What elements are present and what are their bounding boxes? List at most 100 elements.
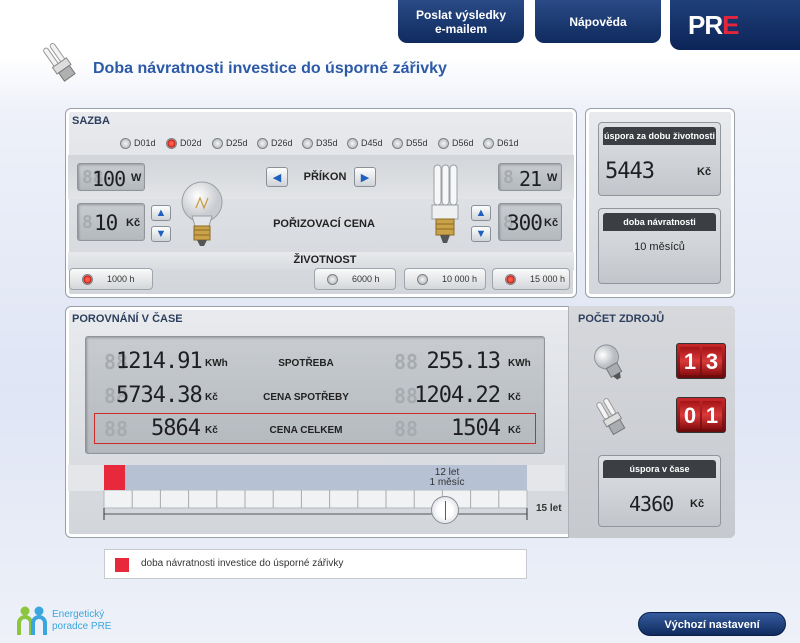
sazba-tab-d56d[interactable]: D56d bbox=[438, 133, 474, 153]
consumption-cost-cfl-unit: Kč bbox=[508, 392, 521, 403]
cfl-count-counter: 0 1 bbox=[676, 397, 726, 433]
sazba-tab-label: D25d bbox=[226, 138, 248, 148]
bulb-count-icon bbox=[594, 344, 623, 380]
timeline-end-label: 15 let bbox=[536, 503, 562, 514]
saving-lifetime-unit: Kč bbox=[697, 166, 712, 178]
radio-icon bbox=[212, 137, 223, 149]
consumption-cost-cfl-value: 1204.22 bbox=[414, 383, 501, 408]
prikon-label: PŘÍKON bbox=[303, 171, 347, 183]
lifetime-option-1[interactable]: 10 000 h bbox=[404, 268, 486, 290]
sazba-tab-label: D55d bbox=[406, 138, 428, 148]
consumption-bulb-unit: KWh bbox=[205, 358, 228, 369]
legend-swatch bbox=[115, 558, 129, 572]
sazba-tab-d01d[interactable]: D01d bbox=[120, 133, 156, 153]
cfl-price-up-button[interactable]: ▲ bbox=[471, 205, 491, 221]
consumption-cfl-value: 255.13 bbox=[426, 349, 501, 374]
radio-icon bbox=[392, 137, 403, 149]
legend-box: doba návratnosti investice do úsporné zá… bbox=[104, 549, 527, 579]
bulb-price-up-button[interactable]: ▲ bbox=[151, 205, 171, 221]
reset-defaults-button[interactable]: Výchozí nastavení bbox=[638, 612, 786, 636]
radio-icon bbox=[438, 137, 449, 149]
zivotnost-label: ŽIVOTNOST bbox=[293, 254, 357, 266]
bulb-count-digit: 3 bbox=[702, 347, 722, 375]
radio-icon bbox=[483, 137, 494, 149]
lifetime-option-2[interactable]: 15 000 h bbox=[492, 268, 570, 290]
lifetime-option-0[interactable]: 6000 h bbox=[314, 268, 396, 290]
radio-icon bbox=[82, 273, 93, 285]
consumption-bulb-value: 1214.91 bbox=[116, 349, 203, 374]
sazba-tab-d25d[interactable]: D25d bbox=[212, 133, 248, 153]
power-decrease-button[interactable]: ◀ bbox=[266, 167, 288, 187]
radio-icon bbox=[302, 137, 313, 149]
cfl-count-icon bbox=[596, 398, 626, 436]
radio-icon bbox=[417, 273, 428, 285]
sazba-tab-d26d[interactable]: D26d bbox=[257, 133, 293, 153]
timeline-months-label: 1 měsíc bbox=[429, 477, 465, 488]
cfl-count-digit: 0 bbox=[680, 401, 700, 429]
bulb-price-down-button[interactable]: ▼ bbox=[151, 226, 171, 242]
incandescent-bulb-icon bbox=[181, 181, 223, 246]
radio-icon bbox=[120, 137, 131, 149]
cfl-price-down-button[interactable]: ▼ bbox=[471, 226, 491, 242]
sazba-tab-label: D61d bbox=[497, 138, 519, 148]
cfl-bulb-icon bbox=[43, 43, 76, 82]
energy-advisor-logo-icon bbox=[17, 606, 47, 635]
help-button[interactable]: Nápověda bbox=[535, 0, 661, 43]
consumption-cfl-unit: KWh bbox=[508, 358, 531, 369]
left-power-display: 88 100 W bbox=[77, 163, 145, 191]
sazba-tab-label: D26d bbox=[271, 138, 293, 148]
radio-icon bbox=[347, 137, 358, 149]
sazba-tab-d02d[interactable]: D02d bbox=[166, 133, 202, 153]
consumption-cost-label: CENA SPOTŘEBY bbox=[263, 392, 349, 403]
lifetime-label: 6000 h bbox=[352, 274, 380, 284]
radio-icon bbox=[505, 273, 516, 285]
lifetime-label: 10 000 h bbox=[442, 274, 478, 284]
cfl-bulb-large-icon bbox=[431, 164, 459, 243]
total-row-highlight bbox=[94, 413, 536, 444]
sazba-tab-d45d[interactable]: D45d bbox=[347, 133, 383, 153]
sazba-tab-label: D35d bbox=[316, 138, 338, 148]
left-price-display: 8 10 Kč bbox=[77, 203, 145, 241]
consumption-cost-bulb-value: 5734.38 bbox=[116, 383, 203, 408]
lifetime-label: 1000 h bbox=[107, 274, 135, 284]
timeline-slider-handle[interactable] bbox=[430, 496, 459, 524]
right-power-display: 8 21 W bbox=[498, 163, 562, 191]
right-price-display: 8 300 Kč bbox=[498, 203, 562, 241]
bulb-count-counter: 1 3 bbox=[676, 343, 726, 379]
payback-label: doba návratnosti bbox=[603, 213, 716, 231]
bulb-count-digit: 1 bbox=[680, 347, 700, 375]
payback-value: 10 měsíců bbox=[634, 241, 685, 253]
saving-in-time-label: úspora v čase bbox=[603, 460, 716, 478]
saving-lifetime-value: 5443 bbox=[605, 159, 655, 184]
sazba-tab-label: D02d bbox=[180, 138, 202, 148]
sazba-tab-d55d[interactable]: D55d bbox=[392, 133, 428, 153]
pocet-zdroju-label: POČET ZDROJŮ bbox=[578, 313, 665, 325]
saving-in-time-unit: Kč bbox=[690, 498, 705, 510]
timeline-scale bbox=[103, 490, 528, 520]
sazba-label: SAZBA bbox=[72, 115, 110, 127]
cfl-count-digit: 1 bbox=[702, 401, 722, 429]
lifetime-option-1000[interactable]: 1000 h bbox=[69, 268, 153, 290]
radio-icon bbox=[257, 137, 268, 149]
payback-marker bbox=[104, 465, 125, 490]
sazba-tab-label: D45d bbox=[361, 138, 383, 148]
saving-in-time-value: 4360 bbox=[629, 492, 674, 516]
brand-line-1: Energetický bbox=[52, 609, 105, 620]
saving-lifetime-box: úspora za dobu životnosti 5443 Kč bbox=[598, 122, 721, 196]
sazba-tab-d61d[interactable]: D61d bbox=[483, 133, 519, 153]
page-title: Doba návratnosti investice do úsporné zá… bbox=[93, 60, 447, 77]
porovnani-label: POROVNÁNÍ V ČASE bbox=[72, 313, 183, 325]
brand-line-2: poradce PRE bbox=[52, 621, 112, 632]
pre-logo: PRE bbox=[670, 0, 800, 50]
lifetime-label: 15 000 h bbox=[530, 274, 566, 284]
email-results-button[interactable]: Poslat výsledky e-mailem bbox=[398, 0, 524, 43]
power-increase-button[interactable]: ▶ bbox=[354, 167, 376, 187]
payback-box: doba návratnosti 10 měsíců bbox=[598, 208, 721, 284]
radio-icon bbox=[166, 137, 177, 149]
legend-text: doba návratnosti investice do úsporné zá… bbox=[141, 558, 344, 569]
price-label: POŘIZOVACÍ CENA bbox=[273, 218, 375, 230]
consumption-label: SPOTŘEBA bbox=[278, 358, 334, 369]
sazba-tab-d35d[interactable]: D35d bbox=[302, 133, 338, 153]
sazba-tab-label: D56d bbox=[452, 138, 474, 148]
radio-icon bbox=[327, 273, 338, 285]
